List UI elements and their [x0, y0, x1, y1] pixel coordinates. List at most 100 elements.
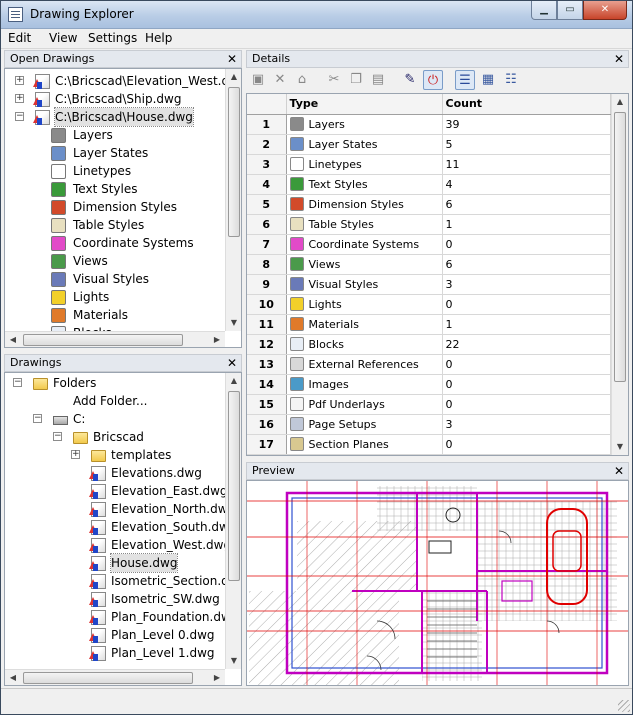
drawing-node-linetypes[interactable]: Linetypes: [5, 162, 225, 180]
count-cell[interactable]: 0: [442, 394, 611, 415]
details-row-visual-styles[interactable]: 9 Visual Styles 3: [247, 274, 611, 295]
collapse-icon[interactable]: −: [53, 432, 62, 441]
cut-icon[interactable]: ✂: [324, 70, 344, 90]
collapse-icon[interactable]: −: [33, 414, 42, 423]
drawing-node-views[interactable]: Views: [5, 252, 225, 270]
drawing-file-plan-foundation-dwg[interactable]: Plan_Foundation.dwg: [5, 608, 238, 626]
open-drawings-vscroll[interactable]: ▲ ▼: [225, 69, 241, 331]
delete-icon[interactable]: ✕: [270, 70, 290, 90]
tree-view-icon[interactable]: ☷: [501, 70, 521, 90]
copy-icon[interactable]: ❐: [346, 70, 366, 90]
expand-icon[interactable]: +: [71, 450, 80, 459]
type-cell[interactable]: External References: [286, 354, 443, 375]
add-folder-item[interactable]: Add Folder...: [5, 392, 225, 410]
details-grid[interactable]: Type Count 1 Layers 39 2 Layer States 5 3 Linet…: [246, 93, 629, 456]
details-row-page-setups[interactable]: 16 Page Setups 3: [247, 414, 611, 435]
regen-icon[interactable]: ⏻: [423, 70, 443, 90]
minimize-button[interactable]: ▁: [531, 1, 557, 20]
open-drawing-c-bricscad-elevation-west-dwg[interactable]: + C:\Bricscad\Elevation_West.dwg: [5, 72, 241, 90]
details-row-section-planes[interactable]: 17 Section Planes 0: [247, 434, 611, 455]
count-cell[interactable]: 1: [442, 314, 611, 335]
details-row-coordinate-systems[interactable]: 7 Coordinate Systems 0: [247, 234, 611, 255]
resize-grip[interactable]: [618, 700, 630, 712]
menu-edit[interactable]: Edit: [8, 31, 31, 45]
type-cell[interactable]: Views: [286, 254, 443, 275]
bricscad-folder-node[interactable]: − Bricscad: [5, 428, 225, 446]
expand-icon[interactable]: +: [15, 94, 24, 103]
details-row-lights[interactable]: 10 Lights 0: [247, 294, 611, 315]
count-cell[interactable]: 5: [442, 134, 611, 155]
details-vscroll[interactable]: ▲ ▼: [611, 94, 628, 455]
details-row-layers[interactable]: 1 Layers 39: [247, 114, 611, 135]
type-cell[interactable]: Text Styles: [286, 174, 443, 195]
icon-view-icon[interactable]: ▦: [478, 70, 498, 90]
templates-folder-node[interactable]: + templates: [5, 446, 225, 464]
details-row-pdf-underlays[interactable]: 15 Pdf Underlays 0: [247, 394, 611, 415]
type-cell[interactable]: Materials: [286, 314, 443, 335]
drawing-file-plan-level-1-dwg[interactable]: Plan_Level 1.dwg: [5, 644, 225, 662]
purge-icon[interactable]: ⌂: [292, 70, 312, 90]
count-cell[interactable]: 11: [442, 154, 611, 175]
drawing-node-dimension-styles[interactable]: Dimension Styles: [5, 198, 225, 216]
count-cell[interactable]: 3: [442, 274, 611, 295]
drawing-file-elevations-dwg[interactable]: Elevations.dwg: [5, 464, 225, 482]
count-cell[interactable]: 0: [442, 374, 611, 395]
drawing-file-plan-level-0-dwg[interactable]: Plan_Level 0.dwg: [5, 626, 225, 644]
drawing-node-layer-states[interactable]: Layer States: [5, 144, 225, 162]
drawings-vscroll[interactable]: ▲ ▼: [225, 373, 241, 669]
drawing-node-materials[interactable]: Materials: [5, 306, 225, 324]
drawing-node-visual-styles[interactable]: Visual Styles: [5, 270, 225, 288]
open-drawings-tree[interactable]: + C:\Bricscad\Elevation_West.dwg + C:\Brics…: [4, 68, 242, 348]
type-cell[interactable]: Section Planes: [286, 434, 443, 455]
drawing-node-table-styles[interactable]: Table Styles: [5, 216, 225, 234]
folders-node[interactable]: − Folders: [5, 374, 225, 392]
drawing-node-coordinate-systems[interactable]: Coordinate Systems: [5, 234, 225, 252]
details-row-materials[interactable]: 11 Materials 1: [247, 314, 611, 335]
count-cell[interactable]: 39: [442, 114, 611, 135]
details-row-views[interactable]: 8 Views 6: [247, 254, 611, 275]
details-row-table-styles[interactable]: 6 Table Styles 1: [247, 214, 611, 235]
type-cell[interactable]: Blocks: [286, 334, 443, 355]
count-cell[interactable]: 0: [442, 234, 611, 255]
count-cell[interactable]: 3: [442, 414, 611, 435]
count-cell[interactable]: 0: [442, 434, 611, 455]
drawing-node-lights[interactable]: Lights: [5, 288, 225, 306]
count-cell[interactable]: 1: [442, 214, 611, 235]
type-cell[interactable]: Images: [286, 374, 443, 395]
count-cell[interactable]: 0: [442, 354, 611, 375]
count-cell[interactable]: 22: [442, 334, 611, 355]
open-drawing-c-bricscad-house-dwg[interactable]: − C:\Bricscad\House.dwg: [5, 107, 225, 127]
drawing-file-elevation-north-dwg[interactable]: Elevation_North.dwg: [5, 500, 235, 518]
drawing-file-house-dwg[interactable]: House.dwg: [5, 553, 225, 573]
menu-view[interactable]: View: [49, 31, 77, 45]
details-row-layer-states[interactable]: 2 Layer States 5: [247, 134, 611, 155]
new-item-icon[interactable]: ▣: [248, 70, 268, 90]
type-cell[interactable]: Lights: [286, 294, 443, 315]
type-cell[interactable]: Layers: [286, 114, 443, 135]
drawing-file-elevation-east-dwg[interactable]: Elevation_East.dwg: [5, 482, 228, 500]
type-cell[interactable]: Linetypes: [286, 154, 443, 175]
type-cell[interactable]: Table Styles: [286, 214, 443, 235]
type-cell[interactable]: Coordinate Systems: [286, 234, 443, 255]
drawing-file-isometric-section-dwg[interactable]: Isometric_Section.dwg: [5, 572, 241, 590]
count-cell[interactable]: 6: [442, 194, 611, 215]
close-preview-icon[interactable]: ✕: [614, 463, 624, 479]
details-row-external-references[interactable]: 13 External References 0: [247, 354, 611, 375]
paste-icon[interactable]: ▤: [368, 70, 388, 90]
collapse-icon[interactable]: −: [15, 112, 24, 121]
type-cell[interactable]: Pdf Underlays: [286, 394, 443, 415]
drawings-hscroll[interactable]: ◀ ▶: [5, 669, 225, 685]
title-bar[interactable]: Drawing Explorer ▁ ▭ ✕: [1, 1, 632, 29]
details-row-dimension-styles[interactable]: 5 Dimension Styles 6: [247, 194, 611, 215]
menu-settings[interactable]: Settings: [88, 31, 137, 45]
close-window-button[interactable]: ✕: [583, 1, 627, 20]
count-cell[interactable]: 6: [442, 254, 611, 275]
open-drawing-c-bricscad-ship-dwg[interactable]: + C:\Bricscad\Ship.dwg: [5, 90, 225, 108]
drawing-node-text-styles[interactable]: Text Styles: [5, 180, 225, 198]
details-row-linetypes[interactable]: 3 Linetypes 11: [247, 154, 611, 175]
close-drawings-icon[interactable]: ✕: [227, 355, 237, 371]
type-cell[interactable]: Dimension Styles: [286, 194, 443, 215]
open-drawings-hscroll[interactable]: ◀ ▶: [5, 331, 225, 347]
count-cell[interactable]: 4: [442, 174, 611, 195]
edit-pen-icon[interactable]: ✎: [400, 70, 420, 90]
